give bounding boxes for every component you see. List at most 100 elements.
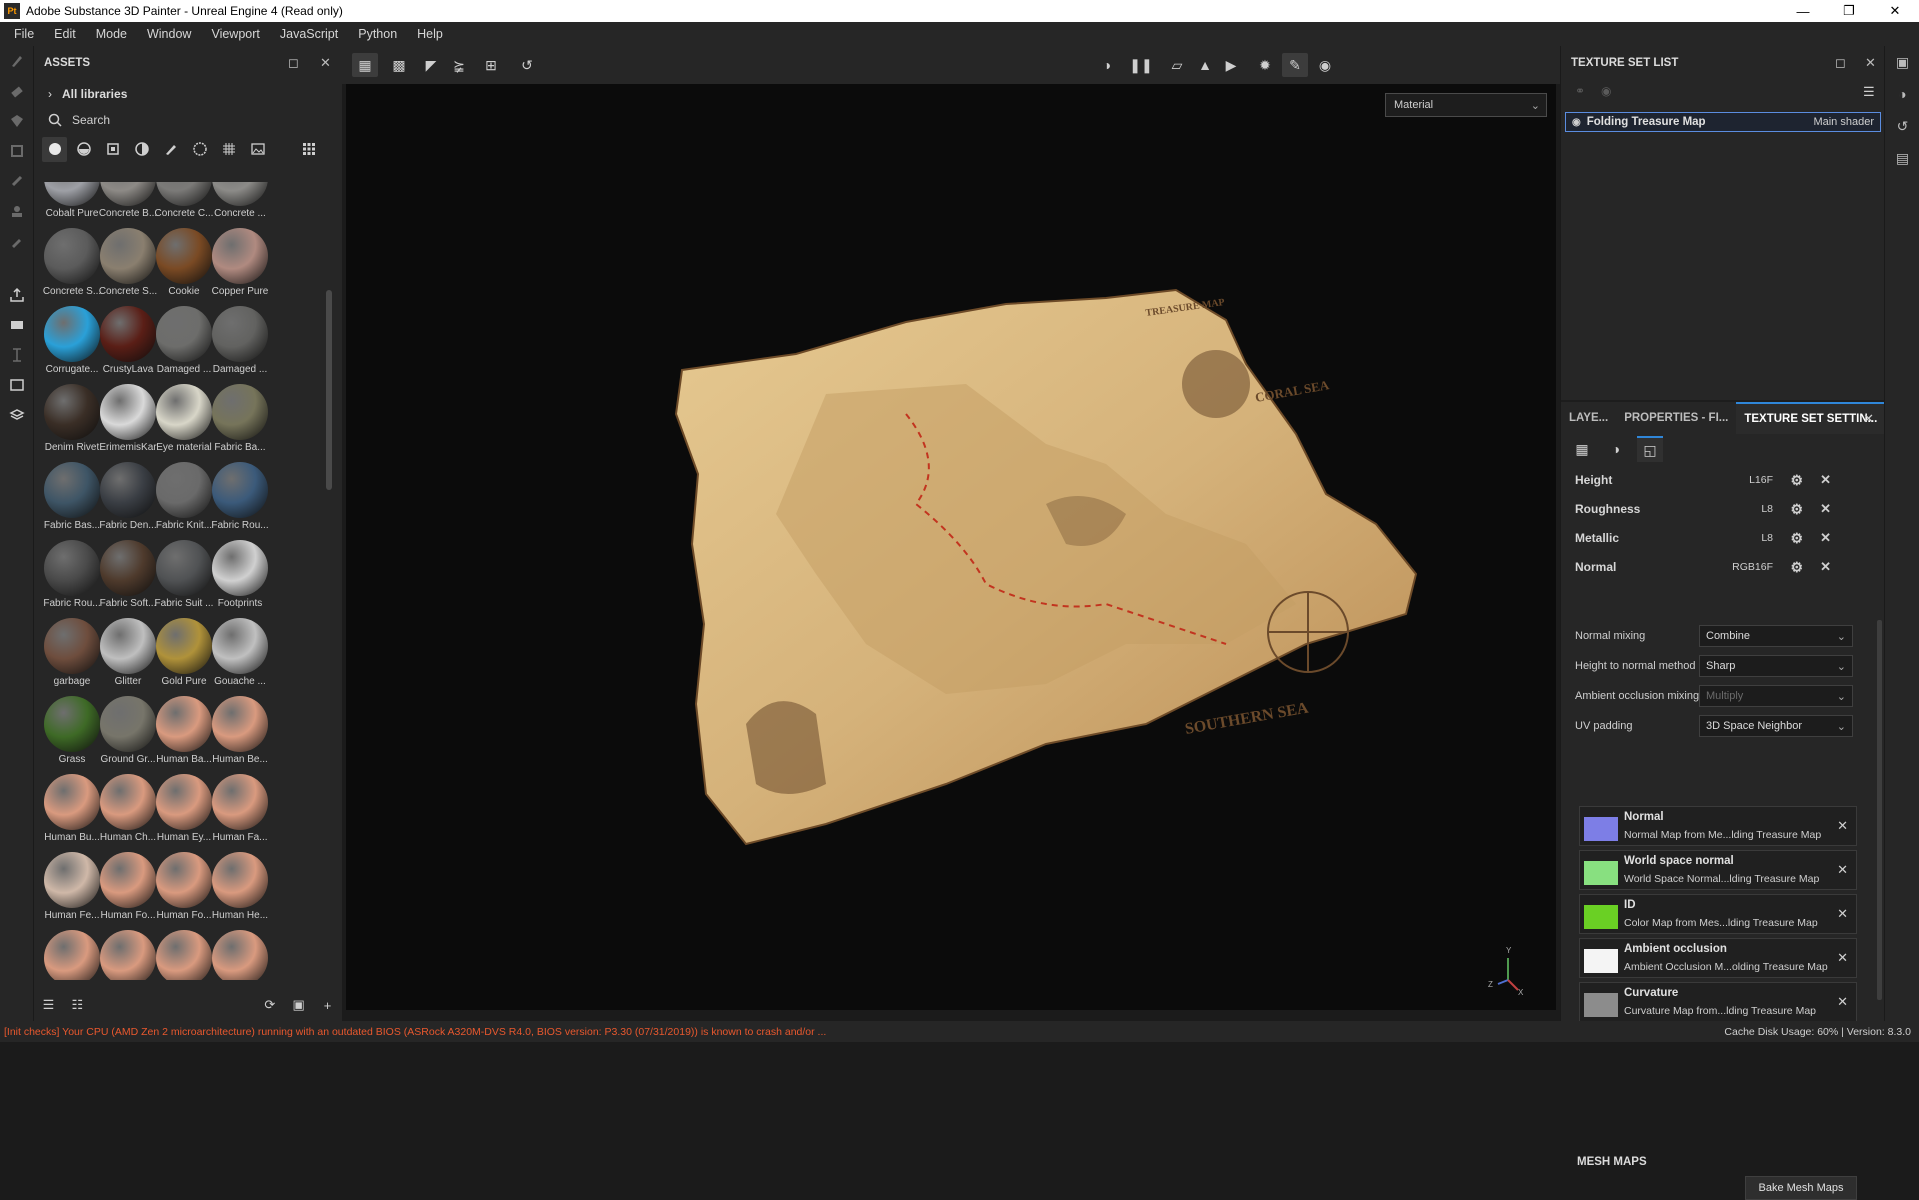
menu-viewport[interactable]: Viewport [201,27,269,41]
iray-icon[interactable]: ✹ [1252,53,1278,77]
float-panel-icon[interactable]: ◻ [288,55,299,71]
setting-dropdown[interactable]: Sharp ⌄ [1699,655,1853,677]
paint-brush-icon[interactable] [0,46,34,76]
channel-row[interactable]: Metallic L8 ⚙ ✕ [1575,524,1875,552]
display-settings-icon[interactable] [0,370,34,400]
status-error-message[interactable]: [Init checks] Your CPU (AMD Zen 2 microa… [0,1026,826,1038]
remove-icon[interactable]: ✕ [1837,994,1848,1010]
shelf-icon[interactable] [0,310,34,340]
menu-javascript[interactable]: JavaScript [270,27,348,41]
channel-format[interactable]: L8 [1761,503,1773,515]
mesh-map-item[interactable]: Ambient occlusion Ambient Occlusion M...o… [1579,938,1857,978]
gear-icon[interactable]: ⚙ [1790,559,1803,576]
remove-icon[interactable]: ✕ [1837,906,1848,922]
menu-window[interactable]: Window [137,27,201,41]
textures-filter-icon[interactable] [216,137,241,162]
materials-filter-icon[interactable] [42,136,67,162]
refresh-icon[interactable]: ⟳ [255,997,284,1013]
mesh-map-item[interactable]: ID Color Map from Mes...lding Treasure Ma… [1579,894,1857,934]
asset-item[interactable]: Copper Pure [206,224,274,302]
brushes-filter-icon[interactable] [158,137,183,162]
asset-scrollbar[interactable] [326,290,332,490]
close-window-button[interactable]: ✕ [1872,0,1918,22]
smart-materials-filter-icon[interactable] [71,137,96,162]
shader-icon[interactable]: ◑ [1603,436,1629,462]
texture-set-icon[interactable]: ▦ [1569,436,1595,462]
mesh-map-item[interactable]: World space normal World Space Normal...l… [1579,850,1857,890]
channel-format[interactable]: L16F [1749,474,1773,486]
measure-icon[interactable] [0,340,34,370]
clone-icon[interactable] [0,196,34,226]
remove-icon[interactable]: ✕ [1837,818,1848,834]
video-camera-icon[interactable]: ▶ [1218,53,1244,77]
asset-item[interactable]: Human Fa... [206,770,274,848]
asset-item[interactable]: Footprints [206,536,274,614]
asset-item[interactable]: Human He... [206,848,274,926]
library-icon[interactable] [0,400,34,430]
shader-label[interactable]: Main shader [1813,116,1874,128]
history-icon[interactable]: ↺ [514,53,540,77]
chat-icon[interactable]: ▣ [1885,46,1919,78]
asset-item[interactable]: Human Ne... [206,926,274,980]
remove-icon[interactable]: ✕ [1820,472,1831,488]
menu-file[interactable]: File [4,27,44,41]
asset-item[interactable]: Damaged ... [206,302,274,380]
selection-mode-icon[interactable]: ▦ [352,53,378,77]
setting-dropdown[interactable]: 3D Space Neighbor ⌄ [1699,715,1853,737]
library-breadcrumb[interactable]: › All libraries [34,80,342,108]
channel-row[interactable]: Roughness L8 ⚙ ✕ [1575,495,1875,523]
remove-icon[interactable]: ✕ [1837,950,1848,966]
bake-mesh-maps-button[interactable]: Bake Mesh Maps [1745,1176,1857,1200]
settings-scrollbar[interactable] [1877,620,1882,1000]
history-icon[interactable]: ↺ [1885,110,1919,142]
gear-icon[interactable]: ⚙ [1790,501,1803,518]
menu-icon[interactable]: ☰ [1863,84,1875,100]
close-panel-icon[interactable]: ✕ [320,55,331,71]
channel-format[interactable]: RGB16F [1732,561,1773,573]
details-view-icon[interactable]: ☷ [63,997,92,1013]
paint-mode-icon[interactable]: ✎ [1282,53,1308,77]
eye-icon[interactable]: ◉ [1601,84,1611,98]
pause-icon[interactable]: ❚❚ [1128,53,1154,77]
close-tab-icon[interactable]: ✕ [1863,411,1874,427]
menu-python[interactable]: Python [348,27,407,41]
mirror-y-icon[interactable]: ⪶ [446,53,472,77]
new-folder-icon[interactable]: ▣ [284,997,313,1013]
mesh-map-item[interactable]: Curvature Curvature Map from...lding Trea… [1579,982,1857,1022]
smudge-icon[interactable] [0,166,34,196]
screenshot-icon[interactable]: ◉ [1312,53,1338,77]
channel-row[interactable]: Height L16F ⚙ ✕ [1575,466,1875,494]
grid-view-icon[interactable] [296,137,321,162]
add-frame-icon[interactable]: ⊞ [478,53,504,77]
projection-icon[interactable] [0,106,34,136]
asset-item[interactable]: Fabric Rou... [206,458,274,536]
tab-properties[interactable]: PROPERTIES - FI... [1616,402,1736,434]
setting-dropdown[interactable]: Combine ⌄ [1699,625,1853,647]
texture-set-item[interactable]: ◉ Folding Treasure Map Main shader [1565,112,1881,132]
eraser-icon[interactable] [0,76,34,106]
export-icon[interactable] [0,280,34,310]
gear-icon[interactable]: ⚙ [1790,530,1803,547]
asset-item[interactable]: Gouache ... [206,614,274,692]
log-icon[interactable]: ▤ [1885,142,1919,174]
remove-icon[interactable]: ✕ [1820,501,1831,517]
camera-2d-icon[interactable]: ▱ [1164,53,1190,77]
search-input[interactable]: Search [34,108,342,132]
mirror-x-icon[interactable]: ◤ [418,53,444,77]
3d-viewport[interactable]: CORAL SEA SOUTHERN SEA TREASURE MAP [346,84,1556,1010]
masks-filter-icon[interactable] [100,137,125,162]
symmetry-grid-icon[interactable]: ▩ [386,53,412,77]
hide-icon[interactable]: ◑ [1094,53,1120,77]
gear-icon[interactable]: ⚙ [1790,472,1803,489]
asset-item[interactable]: Fabric Ba... [206,380,274,458]
viewport-mode-dropdown[interactable]: Material ⌄ [1385,93,1547,117]
minimize-button[interactable]: — [1780,0,1826,22]
camera-3d-icon[interactable]: ▲ [1192,53,1218,77]
visibility-icon[interactable]: ◉ [1572,117,1581,128]
list-view-icon[interactable]: ☰ [34,997,63,1013]
mesh-map-item[interactable]: Normal Normal Map from Me...lding Treasur… [1579,806,1857,846]
unlink-icon[interactable]: ⚭ [1575,84,1585,98]
uv-icon[interactable]: ◱ [1637,436,1663,462]
channel-format[interactable]: L8 [1761,532,1773,544]
asset-item[interactable]: Concrete ... [206,182,274,224]
